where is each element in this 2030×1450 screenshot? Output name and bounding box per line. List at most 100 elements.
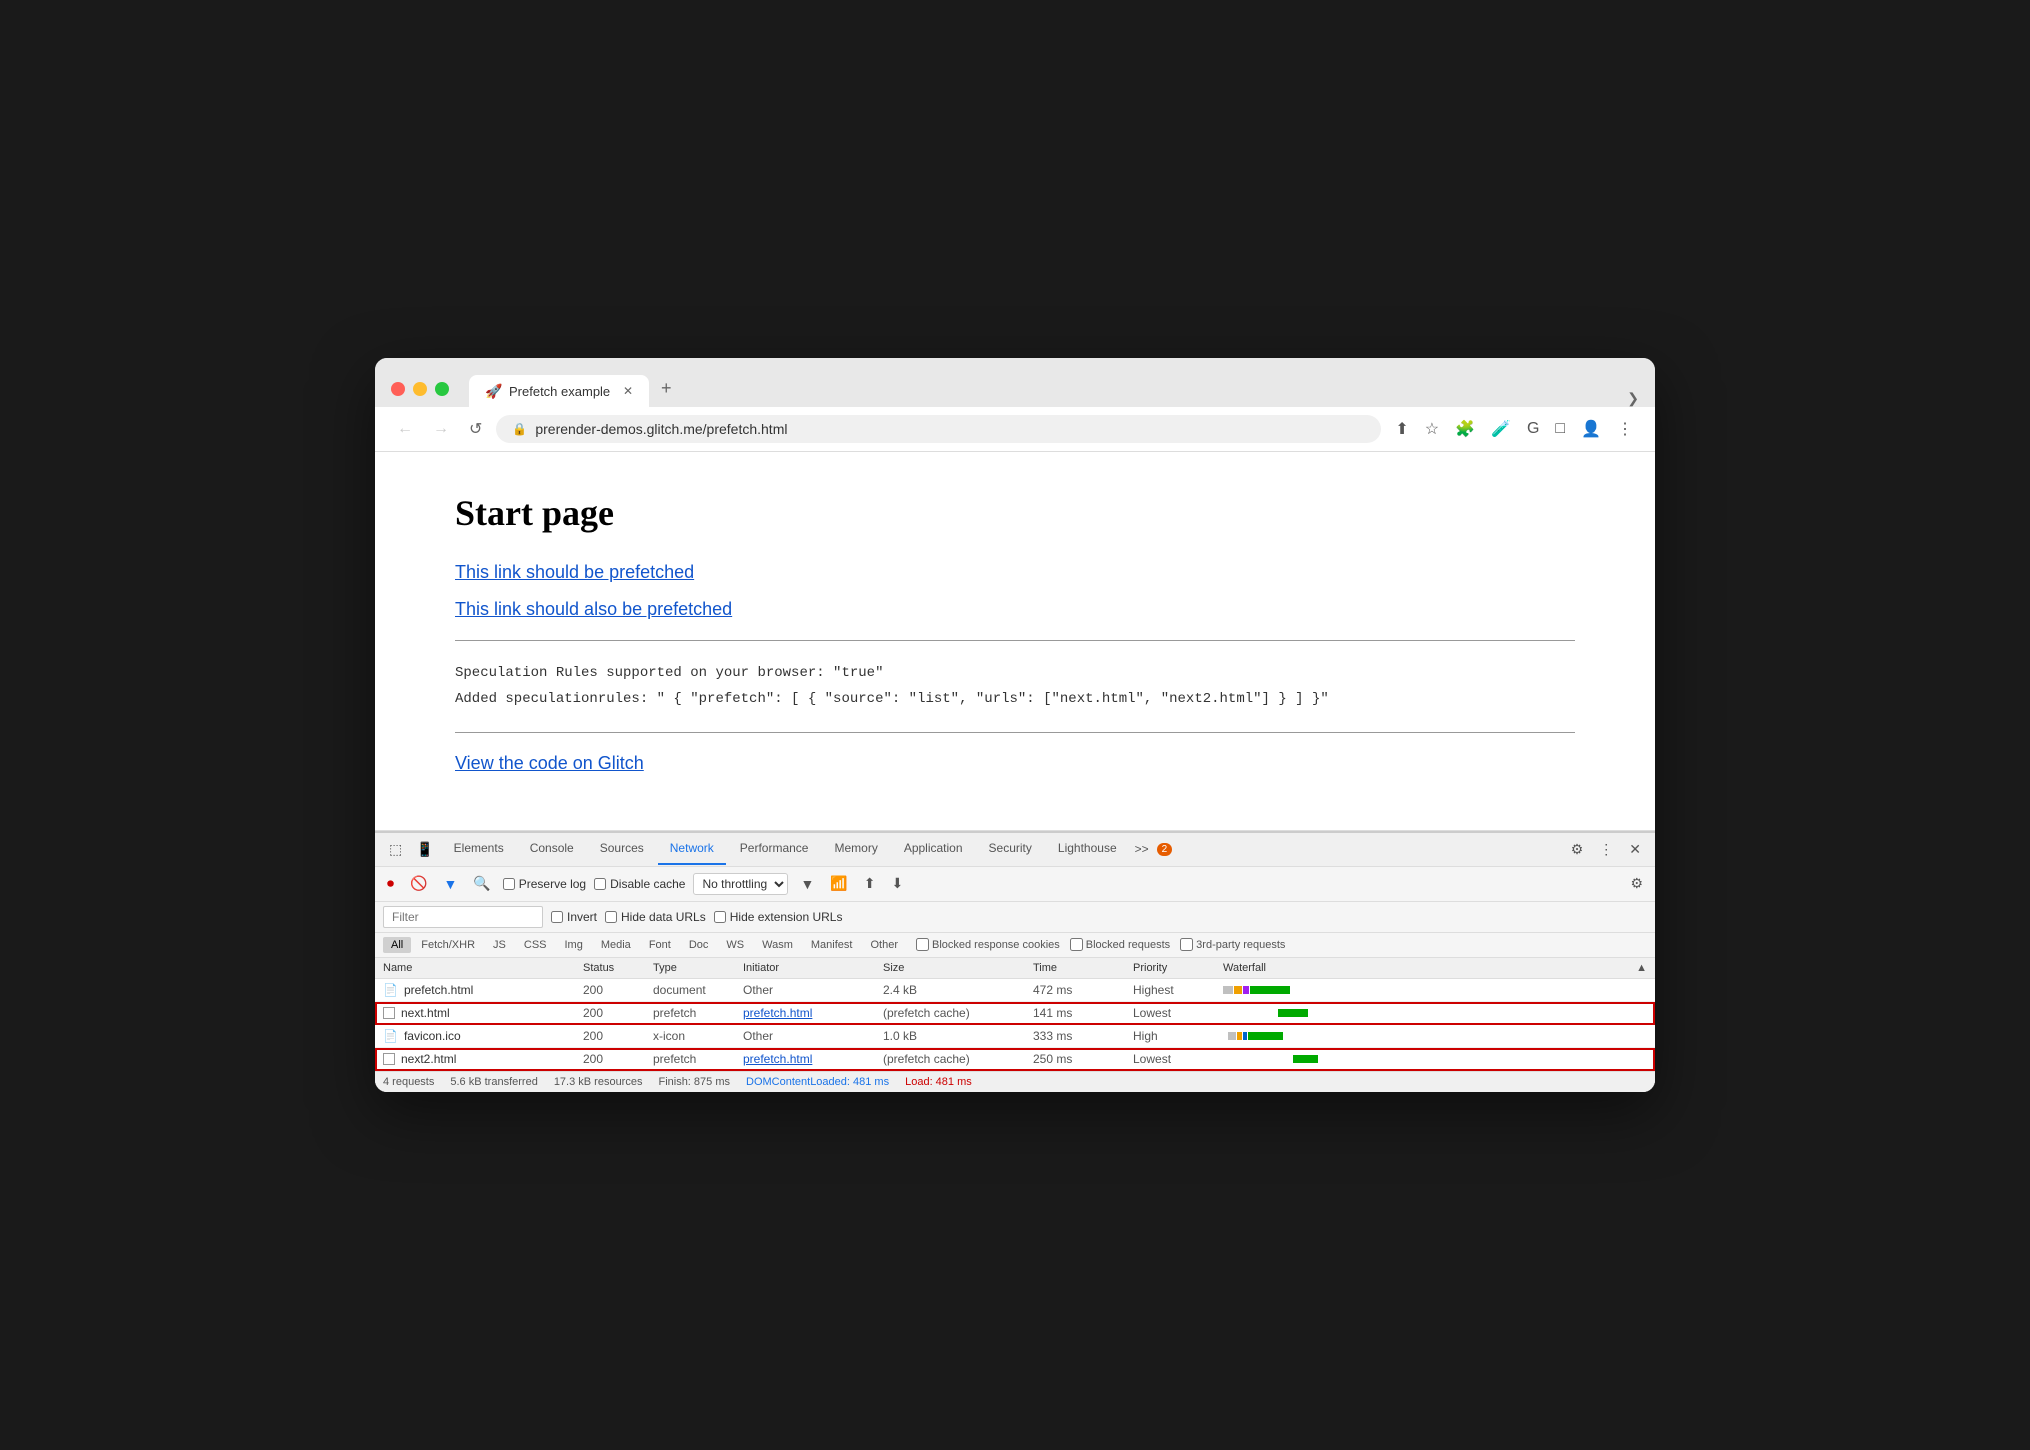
invert-label[interactable]: Invert [551,910,597,924]
minimize-button[interactable] [413,382,427,396]
hide-data-urls-label[interactable]: Hide data URLs [605,910,706,924]
third-party-requests-checkbox[interactable] [1180,938,1193,951]
row-initiator-link[interactable]: prefetch.html [743,1052,883,1066]
table-row[interactable]: next2.html 200 prefetch prefetch.html (p… [375,1048,1655,1071]
extensions-icon[interactable]: 🧩 [1449,415,1481,443]
hide-ext-urls-label[interactable]: Hide extension URLs [714,910,843,924]
devtools-device-icon[interactable]: 📱 [410,833,439,866]
tab-console[interactable]: Console [518,833,586,865]
hide-ext-urls-checkbox[interactable] [714,911,726,923]
preserve-log-checkbox[interactable] [503,878,515,890]
wifi-icon[interactable]: 📶 [826,873,851,894]
tab-lighthouse[interactable]: Lighthouse [1046,833,1129,865]
waterfall-bar [1223,986,1233,994]
type-media[interactable]: Media [593,937,639,953]
finish-time: Finish: 875 ms [658,1076,730,1088]
row-initiator: Other [743,1029,883,1043]
table-row[interactable]: next.html 200 prefetch prefetch.html (pr… [375,1002,1655,1025]
devtools-inspect-icon[interactable]: ⬚ [383,833,408,866]
type-css[interactable]: CSS [516,937,555,953]
disable-cache-label[interactable]: Disable cache [594,877,685,891]
new-tab-button[interactable]: + [649,370,684,407]
type-other[interactable]: Other [862,937,906,953]
row-status: 200 [583,1052,653,1066]
address-field[interactable]: 🔒 prerender-demos.glitch.me/prefetch.htm… [496,415,1381,443]
transferred-size: 5.6 kB transferred [450,1076,537,1088]
tab-elements[interactable]: Elements [442,833,516,865]
resources-size: 17.3 kB resources [554,1076,643,1088]
third-party-requests-label[interactable]: 3rd-party requests [1180,938,1285,951]
divider-1 [455,640,1575,641]
blocked-response-cookies-label[interactable]: Blocked response cookies [916,938,1060,951]
tab-title: Prefetch example [509,384,610,399]
close-button[interactable] [391,382,405,396]
type-img[interactable]: Img [557,937,591,953]
upload-icon[interactable]: ⬆ [860,873,880,894]
row-status: 200 [583,983,653,997]
search-icon[interactable]: 🔍 [469,873,494,894]
type-wasm[interactable]: Wasm [754,937,801,953]
tab-security[interactable]: Security [977,833,1044,865]
table-row[interactable]: 📄 favicon.ico 200 x-icon Other 1.0 kB 33… [375,1025,1655,1048]
type-filters-bar: All Fetch/XHR JS CSS Img Media Font Doc … [375,933,1655,958]
blocked-requests-label[interactable]: Blocked requests [1070,938,1170,951]
tab-sources[interactable]: Sources [588,833,656,865]
prefetch-link-2[interactable]: This link should also be prefetched [455,599,1575,620]
forward-button[interactable]: → [427,416,455,442]
devtools-close-icon[interactable]: ✕ [1623,837,1647,862]
hide-data-urls-checkbox[interactable] [605,911,617,923]
active-tab[interactable]: 🚀 Prefetch example ✕ [469,375,649,407]
type-fetch-xhr[interactable]: Fetch/XHR [413,937,483,953]
menu-icon[interactable]: ⋮ [1611,415,1639,443]
tab-performance[interactable]: Performance [728,833,821,865]
tab-chevron-icon[interactable]: ❯ [1627,390,1639,407]
devtools-settings-icon[interactable]: ⚙ [1565,837,1590,862]
throttle-select[interactable]: No throttling [693,873,788,895]
file-icon: 📄 [383,983,398,997]
reload-button[interactable]: ↺ [463,415,488,443]
prefetch-link-1[interactable]: This link should be prefetched [455,562,1575,583]
glitch-link[interactable]: View the code on Glitch [455,753,1575,774]
tab-close-button[interactable]: ✕ [623,384,633,398]
google-icon[interactable]: G [1521,416,1545,442]
share-icon[interactable]: ⬆ [1389,415,1414,443]
bookmark-icon[interactable]: ☆ [1419,415,1445,443]
invert-checkbox[interactable] [551,911,563,923]
type-font[interactable]: Font [641,937,679,953]
filter-input[interactable] [383,906,543,928]
type-doc[interactable]: Doc [681,937,717,953]
row-type: prefetch [653,1006,743,1020]
tab-network[interactable]: Network [658,833,726,865]
row-waterfall [1223,1007,1647,1019]
grid-icon[interactable]: □ [1549,416,1571,442]
tab-application[interactable]: Application [892,833,975,865]
maximize-button[interactable] [435,382,449,396]
record-button[interactable]: ⏺ [383,873,398,894]
network-settings-icon[interactable]: ⚙ [1626,873,1647,894]
disable-cache-checkbox[interactable] [594,878,606,890]
filter-bar: Invert Hide data URLs Hide extension URL… [375,902,1655,933]
more-tabs-button[interactable]: >> [1131,834,1153,864]
waterfall-bar [1234,986,1242,994]
blocked-requests-checkbox[interactable] [1070,938,1083,951]
preserve-log-label[interactable]: Preserve log [503,877,586,891]
download-icon[interactable]: ⬇ [888,873,908,894]
blocked-response-cookies-checkbox[interactable] [916,938,929,951]
type-all[interactable]: All [383,937,411,953]
type-ws[interactable]: WS [718,937,752,953]
clear-button[interactable]: 🚫 [406,873,431,894]
filter-icon[interactable]: ▼ [439,874,461,894]
tab-memory[interactable]: Memory [822,833,889,865]
profile-icon[interactable]: 👤 [1575,415,1607,443]
table-row[interactable]: 📄 prefetch.html 200 document Other 2.4 k… [375,979,1655,1002]
col-waterfall: Waterfall ▲ [1223,962,1647,974]
type-manifest[interactable]: Manifest [803,937,861,953]
row-waterfall [1223,1030,1647,1042]
devtools-more-icon[interactable]: ⋮ [1593,837,1619,862]
throttle-arrow-icon[interactable]: ▼ [796,874,818,894]
row-initiator-link[interactable]: prefetch.html [743,1006,883,1020]
labs-icon[interactable]: 🧪 [1485,415,1517,443]
type-js[interactable]: JS [485,937,514,953]
back-button[interactable]: ← [391,416,419,442]
row-status: 200 [583,1029,653,1043]
